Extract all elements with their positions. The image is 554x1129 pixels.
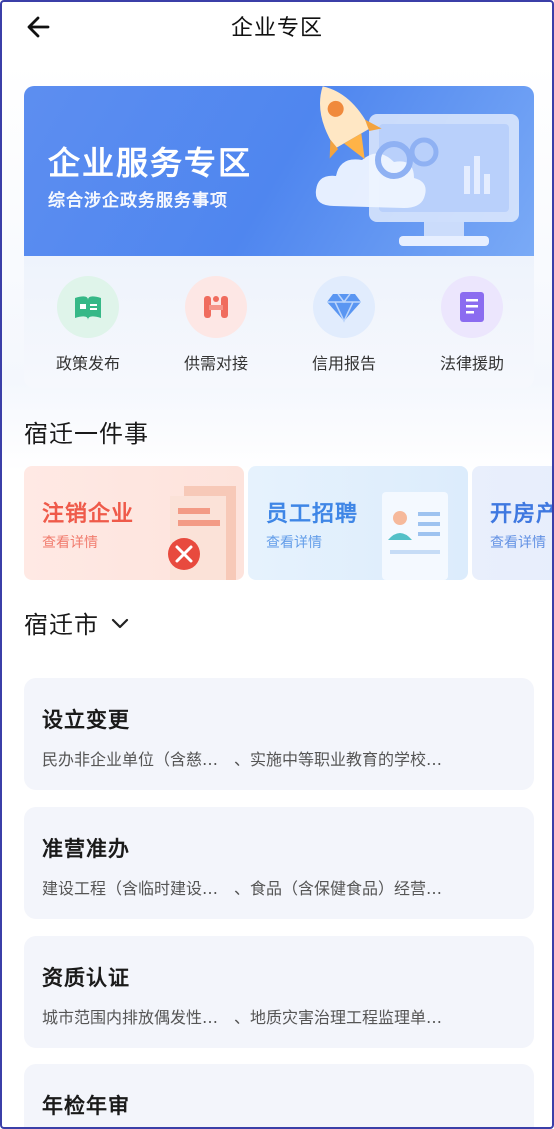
- page-title: 企业专区: [230, 16, 323, 41]
- event-title: 员工招聘: [266, 502, 359, 527]
- category-desc: 建设工程（含临时建设… 、食品（含保健食品）经营…: [42, 879, 443, 898]
- enterprise-banner[interactable]: 企业服务专区 综合涉企政务服务事项: [24, 86, 534, 256]
- event-card-cancel-company[interactable]: 注销企业 查看详情: [24, 466, 244, 580]
- rocket-monitor-illustration: [315, 86, 519, 246]
- category-title: 年检年审: [42, 1094, 130, 1118]
- banner-title: 企业服务专区: [48, 144, 253, 182]
- resume-icon: [382, 492, 448, 580]
- app-screen: 企业专区 企业服务专区 综合涉企政务服务事项 政策发布 供需对接 信用报告 法律…: [0, 0, 554, 1129]
- banner-subtitle: 综合涉企政务服务事项: [48, 191, 228, 211]
- policy-book-icon: [57, 276, 119, 338]
- event-sub: 查看详情: [266, 535, 322, 551]
- event-title: 注销企业: [42, 502, 135, 527]
- category-card-setup-change[interactable]: 设立变更 民办非企业单位（含慈… 、实施中等职业教育的学校…: [24, 678, 534, 790]
- service-supply-demand[interactable]: 供需对接: [156, 276, 276, 374]
- top-bar: 企业专区: [2, 2, 552, 50]
- service-legal-aid[interactable]: 法律援助: [412, 276, 532, 374]
- category-card-qualification[interactable]: 资质认证 城市范围内排放偶发性… 、地质灾害治理工程监理单…: [24, 936, 534, 1048]
- event-card-housing[interactable]: 开房产 查看详情: [472, 466, 554, 580]
- category-desc: 民办非企业单位（含慈… 、实施中等职业教育的学校…: [42, 750, 443, 769]
- category-title: 资质认证: [42, 966, 130, 990]
- service-shortcuts: 政策发布 供需对接 信用报告 法律援助: [24, 256, 534, 388]
- event-title: 开房产: [490, 502, 554, 527]
- service-label: 政策发布: [55, 354, 120, 373]
- chevron-down-icon: [111, 618, 129, 628]
- category-card-annual-inspection[interactable]: 年检年审: [24, 1064, 534, 1127]
- one-thing-carousel[interactable]: 注销企业 查看详情 员工招聘 查看详情 开房产 查看详情: [24, 466, 554, 580]
- region-selector[interactable]: 宿迁市: [24, 605, 131, 640]
- category-card-permit[interactable]: 准营准办 建设工程（含临时建设… 、食品（含保健食品）经营…: [24, 807, 534, 919]
- diamond-icon: [313, 276, 375, 338]
- service-credit-report[interactable]: 信用报告: [284, 276, 404, 374]
- cancel-document-icon: [168, 486, 236, 580]
- service-policy-release[interactable]: 政策发布: [28, 276, 148, 374]
- legal-document-icon: [441, 276, 503, 338]
- section-title-one-thing: 宿迁一件事: [24, 420, 149, 448]
- service-label: 信用报告: [311, 354, 376, 373]
- category-title: 准营准办: [42, 837, 130, 861]
- service-label: 供需对接: [183, 354, 248, 373]
- event-sub: 查看详情: [42, 535, 98, 551]
- service-label: 法律援助: [439, 354, 504, 373]
- region-label: 宿迁市: [24, 611, 99, 639]
- category-title: 设立变更: [42, 708, 130, 732]
- event-sub: 查看详情: [490, 535, 546, 551]
- event-card-recruitment[interactable]: 员工招聘 查看详情: [248, 466, 468, 580]
- category-desc: 城市范围内排放偶发性… 、地质灾害治理工程监理单…: [42, 1008, 443, 1027]
- handshake-icon: [185, 276, 247, 338]
